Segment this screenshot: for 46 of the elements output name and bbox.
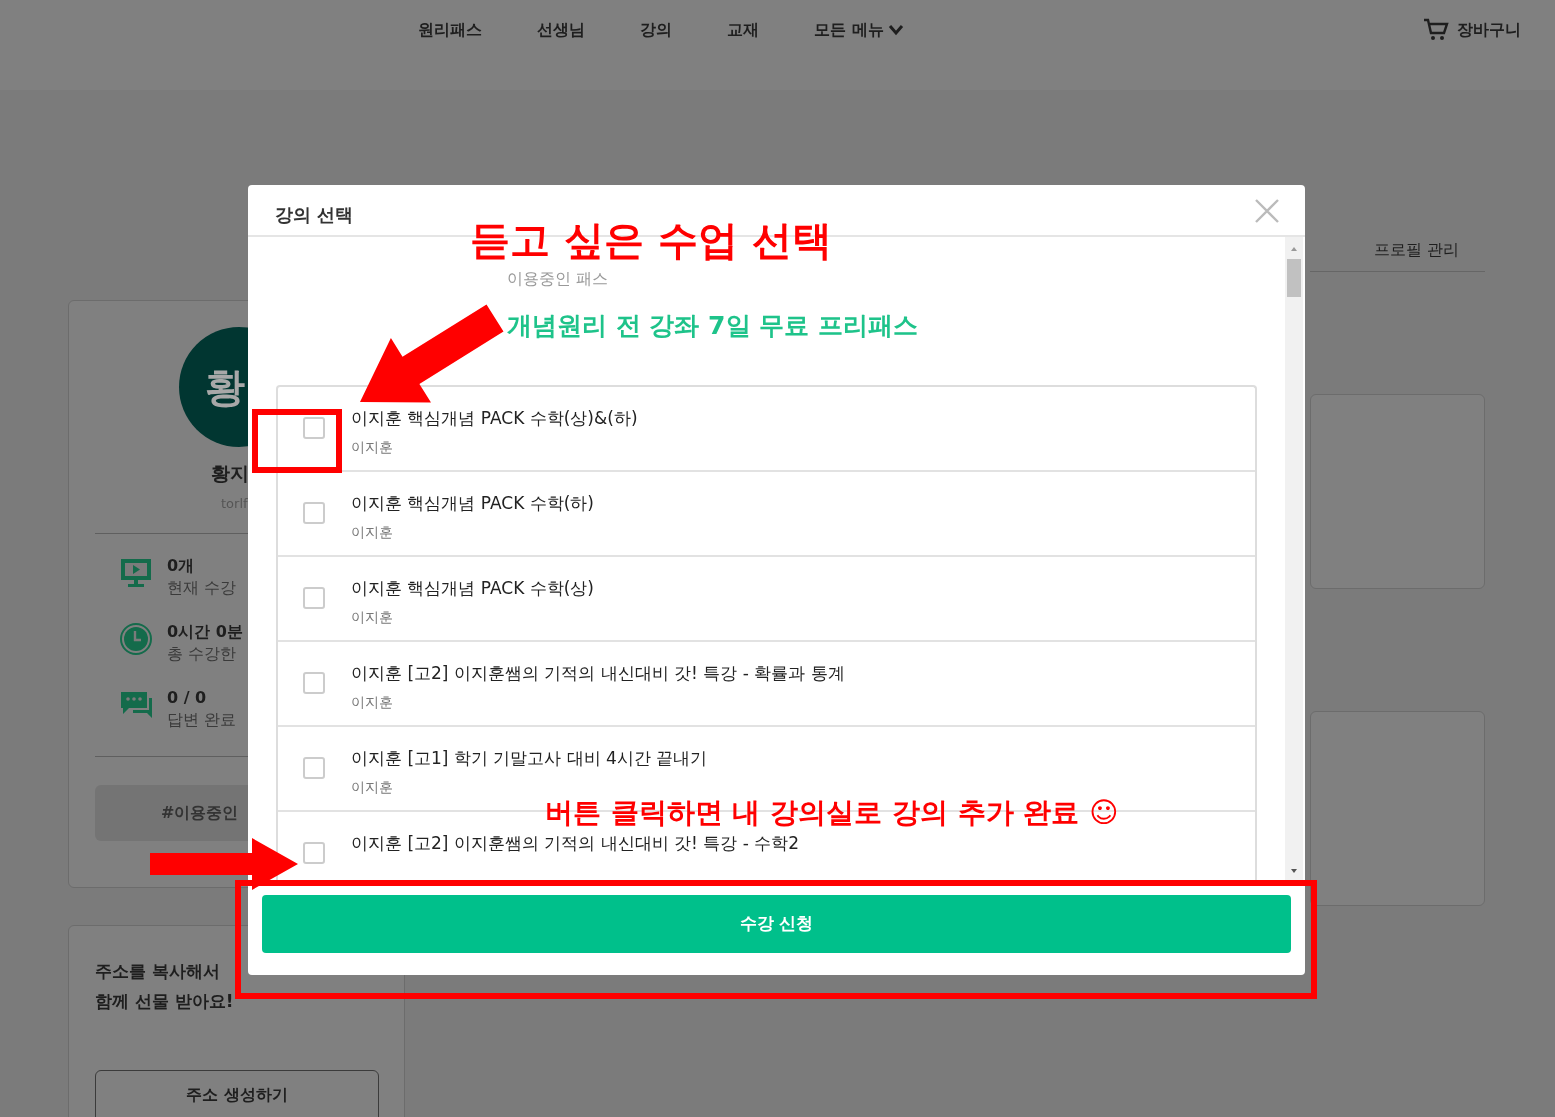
section-label: 이용중인 패스: [507, 268, 609, 290]
close-icon: [1253, 197, 1281, 225]
enroll-button[interactable]: 수강 신청: [262, 895, 1291, 953]
annotation-caption: 듣고 싶은 수업 선택: [470, 216, 832, 265]
course-title: 이지훈 [고2] 이지훈쌤의 기적의 내신대비 갓! 특강 - 수학2: [351, 831, 800, 854]
profile-tab[interactable]: 프로필 관리: [1310, 220, 1485, 272]
cart-link[interactable]: 장바구니: [1423, 18, 1521, 42]
stat-label: 현재 수강: [167, 577, 237, 599]
scrollbar[interactable]: [1285, 237, 1303, 880]
teacher-name: 이지훈: [351, 522, 393, 542]
checkbox[interactable]: [303, 501, 325, 524]
nav-link[interactable]: 모든 메뉴: [814, 18, 904, 42]
modal-title: 강의 선택: [275, 204, 354, 225]
teacher-name: 이지훈: [351, 437, 393, 457]
stat-label: 답변 완료: [167, 709, 237, 731]
course-title: 이지훈 [고2] 이지훈쌤의 기적의 내신대비 갓! 특강 - 확률과 통계: [351, 661, 845, 684]
course-title: 이지훈 핵심개념 PACK 수학(하): [351, 491, 594, 514]
nav-link[interactable]: 강의: [640, 18, 672, 42]
teacher-name: 이지훈: [351, 607, 393, 627]
pass-name: 개념원리 전 강좌 7일 무료 프리패스: [507, 310, 918, 342]
stat-value: 0 / 0: [167, 688, 208, 708]
close-button[interactable]: [1253, 197, 1281, 225]
user-name: 황지: [211, 461, 249, 486]
teacher-name: 이지훈: [351, 777, 393, 797]
checkbox[interactable]: [303, 841, 325, 864]
course-title: 이지훈 핵심개념 PACK 수학(상)&(하): [351, 406, 638, 429]
checkbox[interactable]: [303, 416, 325, 439]
checkbox[interactable]: [303, 756, 325, 779]
course-title: 이지훈 [고1] 학기 기말고사 대비 4시간 끝내기: [351, 746, 708, 769]
cart-icon: [1423, 18, 1449, 42]
monitor-play-icon: [119, 556, 153, 590]
course-title: 이지훈 핵심개념 PACK 수학(상): [351, 576, 594, 599]
invite-text: 함께 선물 받아요!: [95, 990, 234, 1013]
nav-link[interactable]: 교재: [727, 18, 759, 42]
stat-value: 0개: [167, 556, 196, 576]
checkbox[interactable]: [303, 586, 325, 609]
annotation-caption: 버튼 클릭하면 내 강의실로 강의 추가 완료 ☺: [545, 798, 1119, 829]
nav-link[interactable]: 선생님: [537, 18, 585, 42]
stat-value: 0시간 0분: [167, 622, 243, 642]
create-address-button[interactable]: 주소 생성하기: [95, 1070, 379, 1117]
invite-text: 주소를 복사해서: [95, 960, 220, 983]
stat-label: 총 수강한: [167, 643, 238, 665]
checkbox[interactable]: [303, 671, 325, 694]
teacher-name: 이지훈: [351, 692, 393, 712]
clock-icon: [119, 622, 153, 656]
nav-link[interactable]: 원리패스: [418, 18, 482, 42]
